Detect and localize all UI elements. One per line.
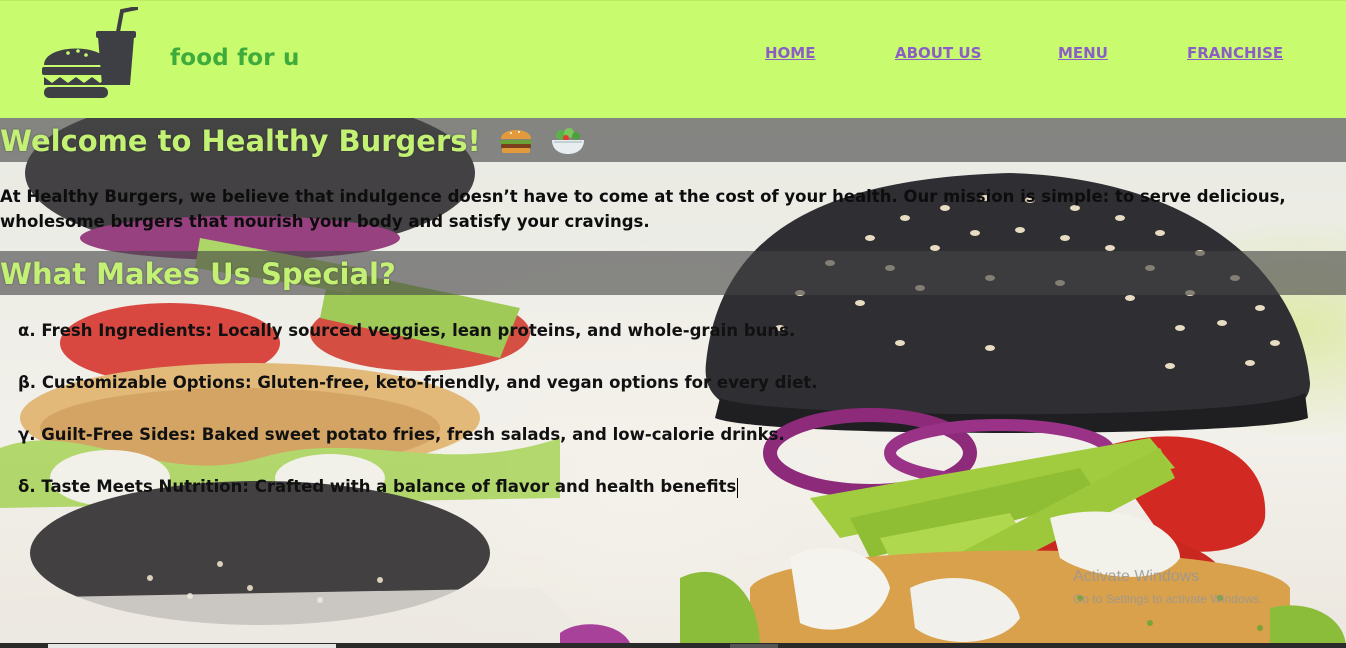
activation-watermark-title: Activate Windows xyxy=(1073,568,1200,585)
salad-emoji-icon xyxy=(551,125,585,162)
list-item: α. Fresh Ingredients: Locally sourced ve… xyxy=(18,321,796,340)
activation-watermark-subtitle: Go to Settings to activate Windows. xyxy=(1073,592,1263,606)
nav-link-about-us[interactable]: ABOUT US xyxy=(895,44,981,62)
page-title-text: Welcome to Healthy Burgers! xyxy=(0,124,481,158)
nav-link-menu[interactable]: MENU xyxy=(1058,44,1108,62)
nav-link-home[interactable]: HOME xyxy=(765,44,815,62)
page-title: Welcome to Healthy Burgers! xyxy=(0,124,585,162)
scrollbar-thumb[interactable] xyxy=(48,644,336,648)
section-title: What Makes Us Special? xyxy=(0,257,396,291)
intro-paragraph: At Healthy Burgers, we believe that indu… xyxy=(0,187,1286,231)
text-cursor xyxy=(737,477,739,498)
feature-text: δ. Taste Meets Nutrition: Crafted with a… xyxy=(18,477,737,496)
scrollbar-segment[interactable] xyxy=(730,644,778,648)
brand-name: food for u xyxy=(170,45,300,71)
list-item: γ. Guilt-Free Sides: Baked sweet potato … xyxy=(18,425,785,444)
site-header: food for u HOME ABOUT US MENU FRANCHISE xyxy=(0,0,1346,118)
list-item: δ. Taste Meets Nutrition: Crafted with a… xyxy=(18,476,817,528)
nav-link-franchise[interactable]: FRANCHISE xyxy=(1187,44,1283,62)
burger-emoji-icon xyxy=(499,125,533,162)
burger-and-drink-icon[interactable] xyxy=(42,7,138,101)
list-item: β. Customizable Options: Gluten-free, ke… xyxy=(18,373,818,392)
feature-list: α. Fresh Ingredients: Locally sourced ve… xyxy=(18,320,817,528)
